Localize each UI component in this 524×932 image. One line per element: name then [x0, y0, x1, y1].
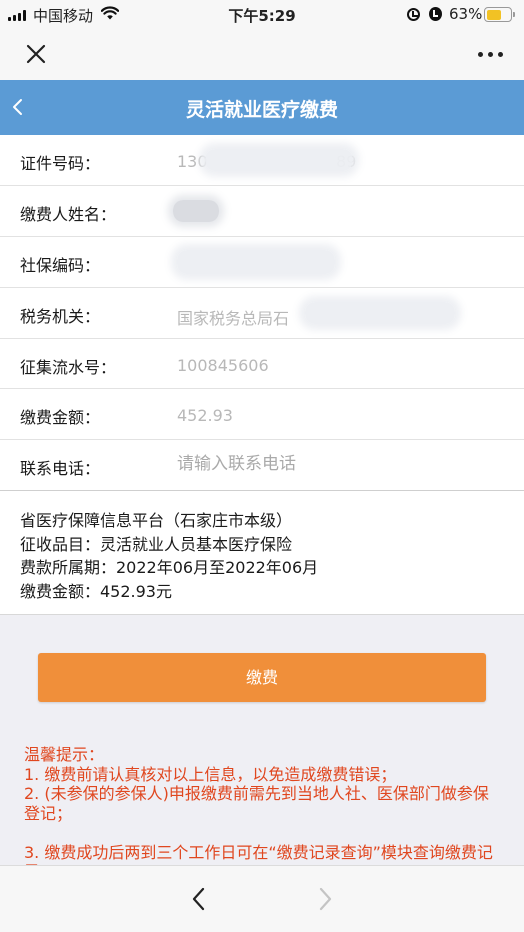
more-icon[interactable]: [470, 44, 510, 64]
amount-label: 缴费金额：: [20, 408, 101, 428]
id-number-value: 130: [177, 152, 208, 171]
id-number-label: 证件号码：: [20, 154, 101, 173]
tips-line-1: 1. 缴费前请认真核对以上信息，以免造成缴费错误；: [24, 764, 397, 784]
collection-serial-value: 100845606: [177, 355, 269, 375]
payer-name-label: 缴费人姓名：: [20, 204, 117, 224]
screen-rotation-lock-icon: [407, 8, 420, 21]
id-number-row: 证件号码： 130 89: [0, 135, 524, 186]
tax-authority-label: 税务机关：: [20, 306, 101, 326]
info-platform: 省医疗保障信息平台（石家庄市本级）: [20, 511, 293, 530]
social-security-row: 社保编码：: [0, 237, 524, 288]
amount-value: 452.93: [177, 406, 233, 426]
amount-row: 缴费金额： 452.93: [0, 389, 524, 441]
payment-form: 证件号码： 130 89 缴费人姓名： 社保编码： 税务机关： 国家税务总局石 …: [0, 135, 524, 492]
redaction-blur: [177, 249, 335, 274]
payer-name-row: 缴费人姓名：: [0, 186, 524, 237]
page-title: 灵活就业医疗缴费: [185, 99, 338, 121]
phone-row: 联系电话：: [0, 440, 524, 491]
battery-icon: [484, 7, 515, 22]
collection-serial-label: 征集流水号：: [20, 357, 117, 377]
close-icon[interactable]: [22, 40, 50, 68]
info-amount: 缴费金额：452.93元: [20, 581, 172, 601]
tax-authority-value: 国家税务总局石: [177, 308, 290, 328]
chevron-left-icon[interactable]: [186, 884, 212, 914]
info-category: 征收品目：灵活就业人员基本医疗保险: [20, 534, 293, 554]
webview-toolbar: [0, 30, 524, 80]
tax-authority-row: 税务机关： 国家税务总局石: [0, 288, 524, 339]
redaction-blur: [205, 149, 353, 171]
tips-line-2: 2. (未参保的参保人)申报缴费前需先到当地人社、医保部门做参保登记；: [24, 784, 489, 823]
pay-button[interactable]: 缴费: [38, 653, 486, 702]
payment-info: 省医疗保障信息平台（石家庄市本级） 征收品目：灵活就业人员基本医疗保险 费款所属…: [0, 490, 524, 615]
browser-nav-bar: [0, 865, 524, 932]
warm-tips: 温馨提示： 1. 缴费前请认真核对以上信息，以免造成缴费错误； 2. (未参保的…: [24, 745, 504, 882]
tips-title: 温馨提示：: [24, 745, 105, 764]
battery-percent: 63%: [449, 5, 483, 23]
phone-label: 联系电话：: [20, 459, 101, 479]
page-header: 灵活就业医疗缴费: [0, 80, 524, 135]
redaction-blur: [173, 199, 219, 222]
phone-input[interactable]: [177, 454, 497, 475]
status-bar: 中国移动 下午5:29 63%: [0, 0, 524, 30]
info-period: 费款所属期：2022年06月至2022年06月: [20, 558, 319, 577]
collection-serial-row: 征集流水号： 100845606: [0, 339, 524, 390]
alarm-icon: [429, 7, 442, 21]
status-time: 下午5:29: [228, 7, 296, 25]
redaction-blur: [305, 301, 455, 324]
chevron-right-icon: [319, 887, 332, 911]
social-security-label: 社保编码：: [20, 255, 101, 275]
